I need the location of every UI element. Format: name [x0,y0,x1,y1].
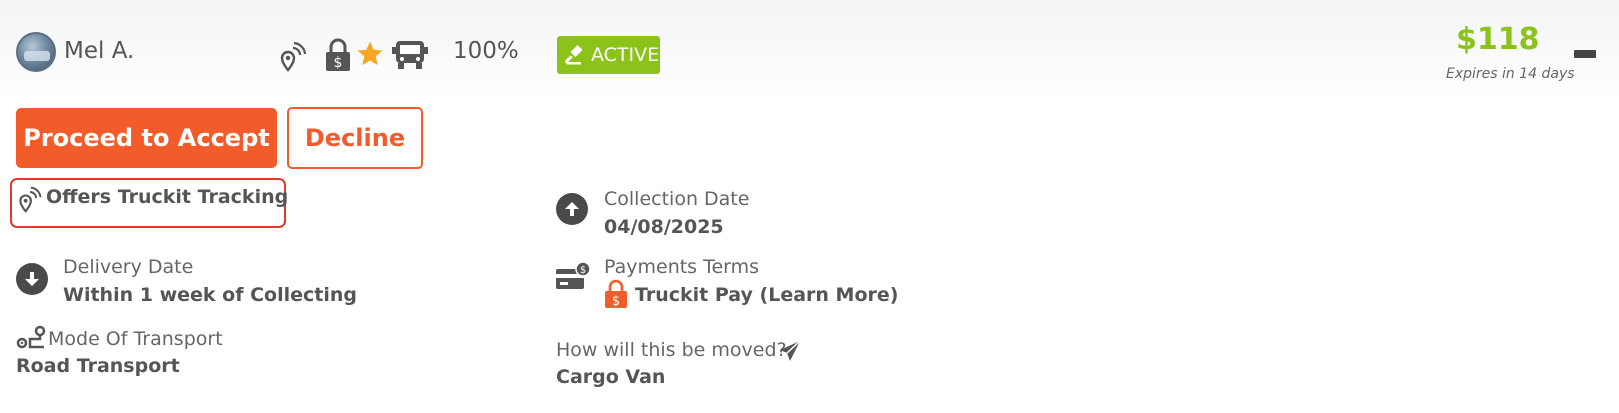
payments-terms-label: Payments Terms [604,256,760,278]
status-badge: ACTIVE [557,36,660,74]
truckit-pay-learn-more-link[interactable]: Truckit Pay (Learn More) [635,284,898,306]
expires-text: Expires in 14 days [1446,66,1575,82]
arrow-down-circle-icon [16,263,48,295]
route-icon [16,325,46,353]
how-moved-value: Cargo Van [556,366,666,388]
decline-button[interactable]: Decline [287,107,423,169]
paper-plane-icon [779,340,801,362]
avatar[interactable] [16,32,56,72]
location-signal-icon [16,184,44,214]
star-icon [355,39,385,69]
offer-price: $118 [1456,22,1540,57]
how-moved-label: How will this be moved? [556,339,787,361]
mode-of-transport-label: Mode Of Transport [48,328,223,350]
user-name[interactable]: Mel A. [64,38,134,64]
offer-header [0,0,1619,100]
lock-dollar-icon: $ [324,38,352,72]
arrow-up-circle-icon [556,193,588,225]
mode-of-transport-value: Road Transport [16,355,180,377]
svg-text:$: $ [612,294,620,309]
collection-date-label: Collection Date [604,188,750,210]
svg-text:$: $ [334,55,343,71]
gavel-icon [565,45,585,65]
rating-percentage: 100% [453,38,519,64]
tracking-offer-label: Offers Truckit Tracking [46,186,289,208]
svg-text:$: $ [580,265,586,276]
truckit-pay-icon: $ [604,279,628,309]
delivery-date-label: Delivery Date [63,256,194,278]
payment-cash-icon: $ [556,261,592,291]
status-label: ACTIVE [591,44,660,66]
location-signal-icon [277,40,309,72]
collection-date-value: 04/08/2025 [604,216,724,238]
delivery-date-value: Within 1 week of Collecting [63,284,357,306]
truck-icon [392,38,428,72]
proceed-to-accept-button[interactable]: Proceed to Accept [16,108,277,168]
collapse-button[interactable] [1574,50,1596,58]
